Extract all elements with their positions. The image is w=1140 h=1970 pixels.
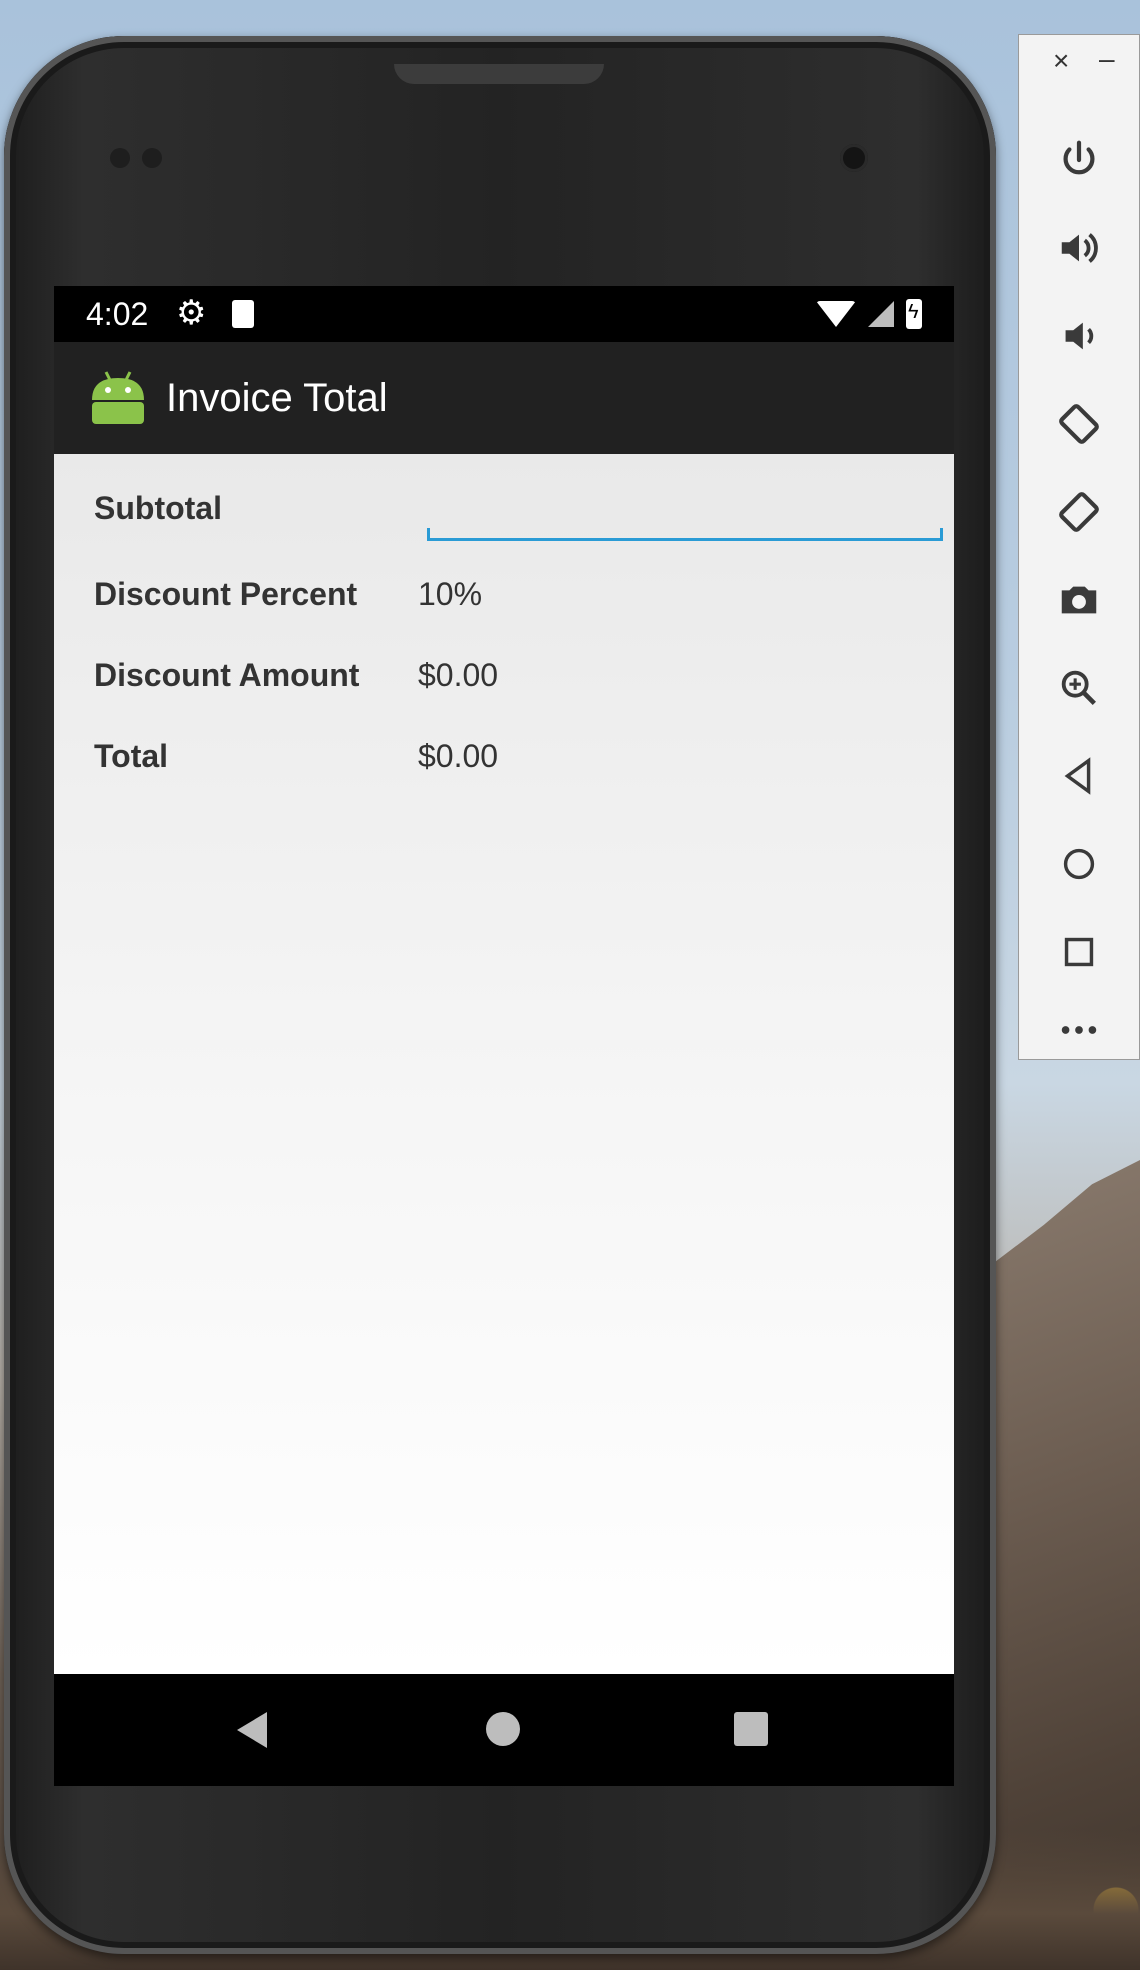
discount-amount-value: $0.00 xyxy=(418,656,499,693)
home-icon[interactable] xyxy=(486,1712,520,1746)
phone-sensor xyxy=(110,148,130,168)
subtotal-input[interactable] xyxy=(427,478,943,541)
volume-up-icon[interactable] xyxy=(1049,218,1109,278)
phone-device-frame: 4:02 ⚙ Invoice Total Subtotal xyxy=(4,36,996,1954)
back-icon[interactable] xyxy=(237,1712,267,1748)
overview-icon[interactable] xyxy=(1049,922,1109,982)
power-icon[interactable] xyxy=(1049,130,1109,190)
navigation-bar xyxy=(54,1674,954,1786)
app-title: Invoice Total xyxy=(166,376,388,420)
front-camera xyxy=(840,144,868,172)
close-icon[interactable]: × xyxy=(1053,45,1069,77)
phone-speaker xyxy=(394,64,604,84)
discount-percent-label: Discount Percent xyxy=(94,575,358,612)
emulator-toolbar: × – xyxy=(1018,34,1140,1060)
wifi-icon xyxy=(816,301,856,327)
status-time: 4:02 xyxy=(86,296,149,332)
total-label: Total xyxy=(94,737,169,774)
cell-signal-icon xyxy=(868,301,894,327)
minimize-icon[interactable]: – xyxy=(1099,43,1115,75)
subtotal-label: Subtotal xyxy=(94,489,222,526)
camera-icon[interactable] xyxy=(1049,570,1109,630)
battery-charging-icon xyxy=(906,299,922,329)
discount-amount-row: Discount Amount $0.00 xyxy=(94,651,498,699)
discount-amount-label: Discount Amount xyxy=(94,656,360,693)
status-bar: 4:02 ⚙ xyxy=(54,286,954,342)
subtotal-row: Subtotal xyxy=(94,484,418,532)
back-icon[interactable] xyxy=(1049,746,1109,806)
discount-percent-value: 10% xyxy=(418,575,483,612)
subtotal-input-edge xyxy=(427,528,430,540)
device-screen: 4:02 ⚙ Invoice Total Subtotal xyxy=(54,286,954,1786)
discount-percent-row: Discount Percent 10% xyxy=(94,570,482,618)
rotate-right-icon[interactable] xyxy=(1049,482,1109,542)
gear-icon: ⚙ xyxy=(176,294,207,332)
toolbar-header: × – xyxy=(1019,35,1139,87)
rotate-left-icon[interactable] xyxy=(1049,394,1109,454)
volume-down-icon[interactable] xyxy=(1049,306,1109,366)
invoice-form: Subtotal Discount Percent 10% Discount A… xyxy=(54,454,954,1674)
recents-icon[interactable] xyxy=(734,1712,768,1746)
total-row: Total $0.00 xyxy=(94,732,498,780)
home-icon[interactable] xyxy=(1049,834,1109,894)
more-icon[interactable] xyxy=(1049,1010,1109,1050)
app-bar: Invoice Total xyxy=(54,342,954,454)
status-icons xyxy=(816,296,922,332)
android-icon xyxy=(92,371,144,424)
subtotal-input-edge xyxy=(940,528,943,540)
sd-card-icon xyxy=(232,300,254,328)
phone-sensor xyxy=(142,148,162,168)
total-value: $0.00 xyxy=(418,737,499,774)
zoom-icon[interactable] xyxy=(1049,658,1109,718)
